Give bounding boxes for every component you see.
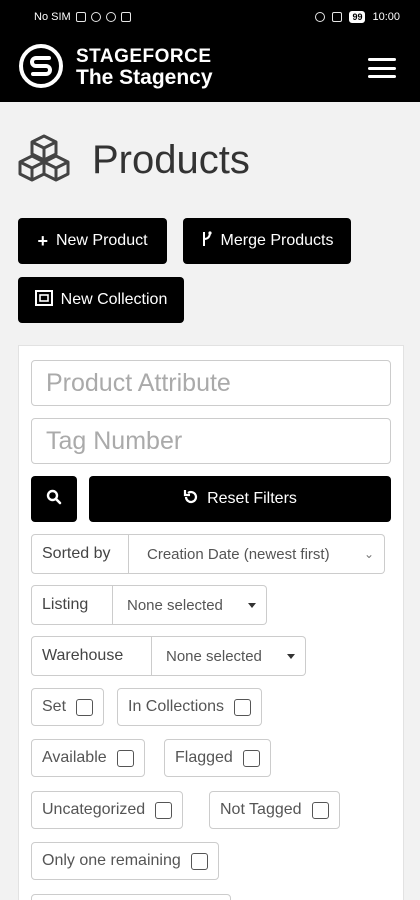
brand[interactable]: STAGEFORCE The Stagency (18, 43, 213, 94)
mute-icon (332, 12, 343, 22)
sorted-by-label: Sorted by (31, 534, 129, 574)
not-tagged-label: Not Tagged (220, 801, 302, 818)
cubes-icon (18, 134, 70, 187)
sorted-by-group: Sorted by Creation Date (newest first) ⌄ (31, 534, 385, 574)
chevron-down-icon: ⌄ (363, 547, 374, 561)
search-button[interactable] (31, 476, 77, 522)
status-right: 99 10:00 (315, 11, 400, 23)
flagged-label: Flagged (175, 749, 233, 766)
warehouse-select[interactable]: None selected (152, 636, 306, 676)
product-attribute-input[interactable] (31, 360, 391, 406)
hamburger-bar (368, 75, 396, 78)
set-checkbox[interactable] (76, 698, 94, 716)
uncategorized-checkbox[interactable] (155, 801, 173, 819)
clock: 10:00 (372, 11, 400, 23)
sim-icon (75, 12, 86, 22)
carrier-text: No SIM (34, 11, 71, 23)
set-label: Set (42, 698, 67, 715)
hamburger-bar (368, 58, 396, 61)
tag-number-input[interactable] (31, 418, 391, 464)
listing-value: None selected (127, 596, 223, 614)
collection-icon (34, 289, 53, 311)
notification-icon (120, 12, 131, 22)
set-checkbox-chip: Set (31, 688, 105, 726)
only-one-remaining-checkbox-chip: Only one remaining (31, 842, 219, 880)
reset-filters-label: Reset Filters (207, 490, 297, 507)
sorted-by-value: Creation Date (newest first) (147, 545, 330, 563)
brand-text: STAGEFORCE The Stagency (76, 47, 213, 89)
page-header: Products (18, 134, 250, 187)
available-checkbox-chip: Available (31, 739, 145, 777)
bluetooth-icon (315, 12, 326, 22)
app-header: STAGEFORCE The Stagency (0, 34, 420, 102)
warehouse-value: None selected (166, 647, 262, 665)
not-tagged-checkbox[interactable] (311, 801, 329, 819)
plus-icon: + (37, 230, 48, 251)
caret-down-icon (287, 653, 295, 659)
brand-subtitle: The Stagency (76, 65, 213, 89)
merge-products-label: Merge Products (220, 232, 334, 249)
new-product-label: New Product (55, 232, 148, 249)
status-bar: No SIM 99 10:00 (0, 0, 420, 34)
available-checkbox[interactable] (116, 749, 134, 767)
new-collection-label: New Collection (60, 291, 168, 308)
flagged-checkbox[interactable] (242, 749, 260, 767)
only-one-remaining-checkbox[interactable] (190, 852, 208, 870)
new-product-button[interactable]: + New Product (18, 218, 167, 264)
hamburger-icon[interactable] (368, 58, 396, 78)
warehouse-group: Warehouse None selected (31, 636, 306, 676)
filter-panel: Reset Filters Sorted by Creation Date (n… (18, 345, 404, 900)
sorted-by-select[interactable]: Creation Date (newest first) ⌄ (129, 534, 385, 574)
not-tagged-checkbox-chip: Not Tagged (209, 791, 340, 829)
merge-products-button[interactable]: Merge Products (183, 218, 351, 264)
reset-filters-button[interactable]: Reset Filters (89, 476, 391, 522)
brand-name: STAGEFORCE (76, 46, 212, 67)
next-filter-chip (31, 894, 231, 900)
cloud-icon (105, 12, 116, 22)
listing-group: Listing None selected (31, 585, 267, 625)
page-title: Products (92, 138, 250, 182)
stageforce-logo-icon (18, 43, 64, 94)
listing-select[interactable]: None selected (113, 585, 267, 625)
in-collections-checkbox[interactable] (234, 698, 252, 716)
flagged-checkbox-chip: Flagged (164, 739, 271, 777)
status-left: No SIM (34, 11, 131, 23)
caret-down-icon (248, 602, 256, 608)
available-label: Available (42, 749, 107, 766)
in-collections-checkbox-chip: In Collections (117, 688, 263, 726)
uncategorized-label: Uncategorized (42, 801, 146, 818)
hamburger-bar (368, 66, 396, 70)
in-collections-label: In Collections (128, 698, 225, 715)
new-collection-button[interactable]: New Collection (18, 277, 184, 323)
uncategorized-checkbox-chip: Uncategorized (31, 791, 184, 829)
wifi-icon (90, 12, 101, 22)
reset-icon (183, 489, 199, 510)
only-one-remaining-label: Only one remaining (42, 852, 181, 869)
search-icon (46, 489, 62, 510)
battery-icon: 99 (349, 11, 366, 23)
listing-label: Listing (31, 585, 113, 625)
warehouse-label: Warehouse (31, 636, 152, 676)
merge-icon (201, 230, 213, 252)
